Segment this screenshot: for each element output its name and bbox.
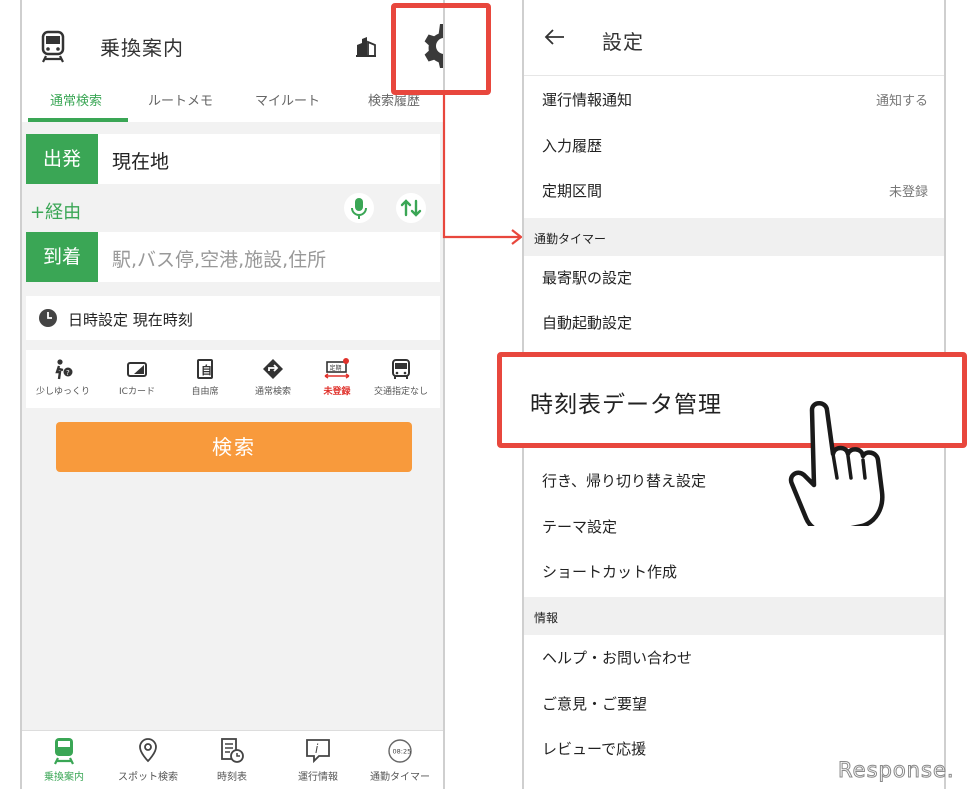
settings-item-shortcut[interactable]: ショートカット作成 (524, 549, 944, 595)
datetime-text: 日時設定 現在時刻 (68, 309, 193, 330)
settings-item-auto-launch[interactable]: 自動起動設定 (524, 300, 944, 346)
nav-commute-timer[interactable]: 08:25 通勤タイマー (360, 737, 440, 783)
settings-item-feedback[interactable]: ご意見・ご要望 (524, 681, 944, 727)
add-via-button[interactable]: +経由 (30, 198, 81, 224)
option-transport-type[interactable]: 交通指定なし (366, 358, 436, 397)
option-commuter-pass[interactable]: 定期 未登録 (302, 358, 372, 397)
commuter-pass-icon: 定期 (322, 358, 352, 380)
tab-route-memo[interactable]: ルートメモ (148, 90, 213, 109)
callout-arrow-connector (440, 95, 530, 250)
back-arrow-icon[interactable] (544, 26, 566, 48)
arrival-label: 到着 (26, 232, 98, 282)
timetable-data-label: 時刻表データ管理 (530, 385, 722, 419)
timer-icon: 08:25 (385, 737, 415, 765)
settings-header: 設定 (524, 0, 944, 76)
app-title: 乗換案内 (100, 32, 184, 61)
nav-spot-search[interactable]: スポット検索 (108, 737, 188, 783)
settings-item-help[interactable]: ヘルプ・お問い合わせ (524, 635, 944, 681)
walking-person-icon: ? (52, 358, 74, 380)
search-options-bar: ? 少しゆっくり ICカード 自 自由席 通常検索 (26, 350, 440, 408)
datetime-setting[interactable]: 日時設定 現在時刻 (26, 296, 440, 340)
settings-item-service-notification[interactable]: 運行情報通知 通知する (524, 77, 944, 123)
route-sign-icon (262, 358, 284, 380)
section-header-info: 情報 (524, 597, 944, 635)
nav-transfer[interactable]: 乗換案内 (24, 737, 104, 783)
settings-title: 設定 (602, 26, 644, 55)
settings-item-commuter-section[interactable]: 定期区間 未登録 (524, 168, 944, 214)
nav-service-info[interactable]: i 運行情報 (278, 737, 358, 783)
option-search-type[interactable]: 通常検索 (238, 358, 308, 397)
nav-timetable[interactable]: 時刻表 (192, 737, 272, 783)
swap-icon[interactable] (396, 193, 426, 223)
search-tabs: 通常検索 ルートメモ マイルート 検索履歴 (22, 80, 443, 122)
option-walking-speed[interactable]: ? 少しゆっくり (28, 358, 98, 397)
departure-label: 出発 (26, 134, 98, 184)
train-icon (52, 737, 76, 765)
svg-text:i: i (315, 742, 319, 756)
departure-field[interactable]: 現在地 (112, 147, 169, 174)
option-seat[interactable]: 自 自由席 (170, 358, 240, 397)
section-header-commute-timer: 通勤タイマー (524, 218, 944, 256)
bottom-navigation: 乗換案内 スポット検索 時刻表 i 運行情報 (22, 730, 443, 789)
pointing-hand-icon (782, 396, 902, 526)
arrival-row[interactable]: 到着 駅,バス停,空港,施設,住所 (26, 232, 440, 282)
settings-item-nearest-station[interactable]: 最寄駅の設定 (524, 255, 944, 301)
timetable-icon (218, 737, 246, 765)
search-button[interactable]: 検索 (56, 422, 412, 472)
gear-highlight-callout (391, 3, 491, 95)
location-pin-icon (136, 737, 160, 765)
microphone-icon[interactable] (344, 193, 374, 223)
response-watermark: Response. (838, 758, 955, 782)
ic-card-icon (126, 358, 148, 380)
clock-icon (38, 308, 58, 328)
svg-text:08:25: 08:25 (393, 748, 412, 756)
arrival-field[interactable]: 駅,バス停,空港,施設,住所 (112, 245, 326, 272)
active-tab-indicator (28, 118, 128, 122)
settings-item-input-history[interactable]: 入力履歴 (524, 123, 944, 169)
map-icon[interactable] (355, 36, 377, 58)
svg-text:自: 自 (201, 363, 212, 377)
info-icon: i (304, 737, 332, 765)
seat-icon: 自 (194, 358, 216, 380)
departure-row[interactable]: 出発 現在地 (26, 134, 440, 184)
tab-my-route[interactable]: マイルート (255, 90, 320, 109)
left-phone-screen: 乗換案内 通常検索 ルートメモ マイルート 検索履歴 出発 現在地 +経由 到着… (20, 0, 445, 789)
train-icon (40, 30, 66, 64)
option-ic-card[interactable]: ICカード (102, 358, 172, 397)
tab-normal-search[interactable]: 通常検索 (50, 90, 102, 109)
svg-text:?: ? (66, 369, 70, 377)
bus-icon (390, 358, 412, 380)
app-header: 乗換案内 通常検索 ルートメモ マイルート 検索履歴 (22, 0, 443, 122)
svg-text:定期: 定期 (330, 364, 342, 372)
